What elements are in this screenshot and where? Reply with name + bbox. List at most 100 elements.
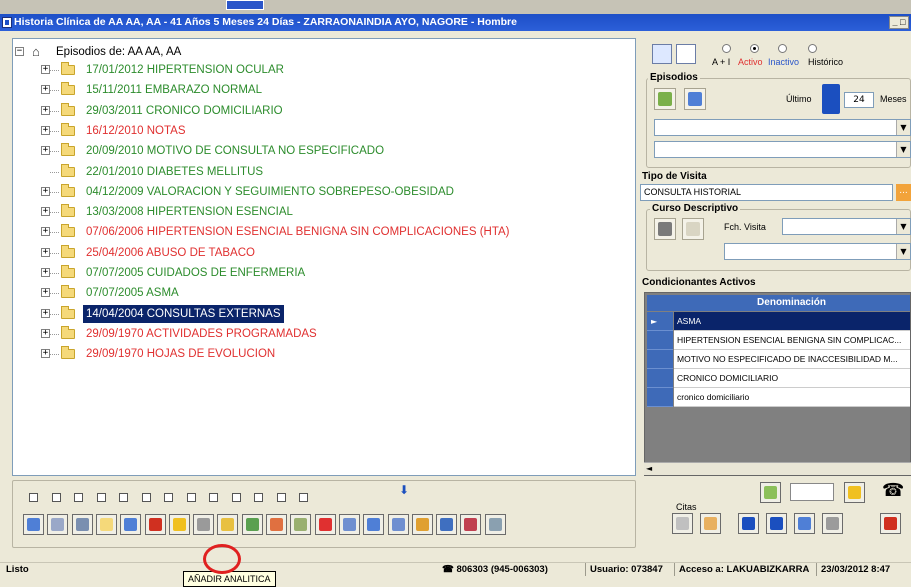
- row-header[interactable]: [647, 369, 673, 388]
- expand-icon[interactable]: +: [41, 65, 50, 74]
- expand-icon[interactable]: +: [41, 85, 50, 95]
- table-row[interactable]: ► ASMA: [647, 312, 910, 331]
- tree-node-label: 20/09/2010 MOTIVO DE CONSULTA NO ESPECIF…: [86, 145, 385, 158]
- citas-radio-group[interactable]: [790, 483, 834, 501]
- toolbar-button[interactable]: [460, 514, 482, 535]
- letter-icon: [464, 518, 478, 531]
- toolbar-checkbox[interactable]: [276, 493, 286, 502]
- episode-tree[interactable]: − ⌂ Episodios de: AA AA, AA +17/01/2012 …: [12, 38, 636, 476]
- toolbar-button[interactable]: [120, 514, 142, 535]
- row-header[interactable]: [647, 388, 673, 407]
- toolbar-button[interactable]: [241, 514, 263, 535]
- warning-button[interactable]: [844, 482, 865, 503]
- expand-icon[interactable]: +: [41, 125, 50, 135]
- toolbar-checkbox[interactable]: [209, 493, 218, 502]
- toolbar-checkbox[interactable]: [96, 493, 106, 502]
- radio-a-i[interactable]: [722, 44, 731, 53]
- row-header[interactable]: ►: [647, 312, 673, 331]
- citas-edit-button[interactable]: [822, 513, 843, 534]
- toolbar-checkbox[interactable]: [164, 493, 173, 502]
- scroll-left-icon[interactable]: ◄: [646, 464, 652, 473]
- curso-copy-button[interactable]: [682, 218, 704, 240]
- window-controls[interactable]: _ □: [889, 16, 909, 29]
- expand-icon[interactable]: +: [41, 105, 50, 115]
- toolbar-button[interactable]: [23, 514, 44, 535]
- expand-icon[interactable]: +: [41, 288, 50, 298]
- citas-calendar-button[interactable]: [672, 513, 693, 534]
- expand-icon[interactable]: +: [41, 227, 50, 237]
- expand-icon[interactable]: +: [41, 268, 50, 277]
- episodio-combo-2[interactable]: ▼: [654, 141, 911, 158]
- toolbar-button[interactable]: [411, 514, 433, 535]
- toolbar-button[interactable]: [387, 514, 409, 535]
- toolbar-checkbox[interactable]: [231, 493, 241, 502]
- top-tab[interactable]: [226, 0, 264, 10]
- toolbar-checkbox[interactable]: [254, 493, 263, 502]
- toolbar-button[interactable]: [217, 514, 239, 535]
- episodio-combo-1[interactable]: ▼: [654, 119, 911, 136]
- view-list-button[interactable]: [652, 44, 672, 64]
- table-row[interactable]: CRONICO DOMICILIARIO: [647, 369, 910, 388]
- toolbar-button[interactable]: [95, 514, 117, 535]
- calc-button[interactable]: [760, 482, 781, 503]
- column-header-denominacion[interactable]: Denominación: [647, 295, 910, 311]
- toolbar-checkbox[interactable]: [29, 493, 38, 502]
- toolbar-checkbox[interactable]: [186, 493, 196, 502]
- toolbar-button[interactable]: [266, 514, 287, 535]
- table-row[interactable]: cronico domiciliario: [647, 388, 910, 407]
- toolbar-button[interactable]: [484, 514, 506, 535]
- citas-list-button[interactable]: [700, 513, 721, 534]
- tree-node-label: 07/07/2005 CUIDADOS DE ENFERMERIA: [86, 267, 306, 279]
- row-header[interactable]: [647, 331, 673, 350]
- ultimo-spinner[interactable]: [822, 84, 840, 114]
- tipo-visita-browse-button[interactable]: ...: [896, 184, 911, 201]
- toolbar-button[interactable]: [314, 514, 336, 535]
- window-title-bar: Historia Clínica de AA AA, AA - 41 Años …: [0, 14, 911, 31]
- toolbar-button[interactable]: [168, 514, 190, 535]
- view-grid-button[interactable]: [676, 44, 696, 64]
- table-row[interactable]: MOTIVO NO ESPECIFICADO DE INACCESIBILIDA…: [647, 350, 910, 369]
- toolbar-checkbox[interactable]: [119, 493, 128, 502]
- expand-icon[interactable]: +: [41, 247, 50, 257]
- tipo-visita-input[interactable]: CONSULTA HISTORIAL: [640, 184, 893, 201]
- condicionantes-grid[interactable]: Denominación ► ASMA HIPERTENSION ESENCIAL …: [644, 292, 911, 476]
- curso-combo[interactable]: ▼: [724, 243, 911, 260]
- toolbar-button[interactable]: [338, 514, 360, 535]
- new-episode-button[interactable]: [654, 88, 676, 110]
- toolbar-checkbox[interactable]: [74, 493, 83, 502]
- toolbar-button[interactable]: [363, 514, 385, 535]
- expand-icon[interactable]: +: [41, 308, 50, 318]
- expand-icon[interactable]: +: [41, 349, 50, 359]
- radio-activo[interactable]: [750, 44, 759, 53]
- curso-cut-button[interactable]: [654, 218, 676, 240]
- radio-historico[interactable]: [808, 44, 817, 53]
- tree-node-label: 16/12/2010 NOTAS: [86, 124, 186, 137]
- ultimo-input[interactable]: 24: [844, 92, 874, 108]
- toolbar-button[interactable]: [47, 514, 69, 535]
- citas-add-button[interactable]: [738, 513, 759, 534]
- toolbar-button[interactable]: [290, 514, 312, 535]
- table-row[interactable]: HIPERTENSION ESENCIAL BENIGNA SIN COMPLI…: [647, 331, 910, 350]
- citas-remove-button[interactable]: [766, 513, 787, 534]
- fch-visita-combo[interactable]: ▼: [782, 218, 911, 235]
- toolbar-button[interactable]: [71, 514, 93, 535]
- toolbar-button[interactable]: [193, 514, 215, 535]
- expand-icon[interactable]: +: [41, 186, 50, 196]
- horizontal-scrollbar[interactable]: ◄: [644, 462, 911, 475]
- radio-inactivo[interactable]: [778, 44, 787, 53]
- citas-undo-button[interactable]: [794, 513, 815, 534]
- toolbar-checkbox[interactable]: [299, 493, 308, 502]
- collapse-icon[interactable]: −: [15, 47, 24, 56]
- expand-icon[interactable]: +: [41, 328, 50, 338]
- exit-button[interactable]: [880, 513, 901, 534]
- toolbar-checkbox[interactable]: [141, 493, 151, 502]
- row-header[interactable]: [647, 350, 673, 369]
- down-arrow-icon[interactable]: ⬇: [399, 483, 409, 497]
- edit-episode-button[interactable]: [684, 88, 706, 110]
- toolbar-button[interactable]: [144, 514, 166, 535]
- expand-icon[interactable]: +: [41, 207, 50, 217]
- expand-icon[interactable]: +: [41, 146, 50, 156]
- toolbar-button[interactable]: [436, 514, 458, 535]
- toolbar-checkbox[interactable]: [51, 493, 61, 502]
- phone-icon[interactable]: ☎: [882, 480, 904, 501]
